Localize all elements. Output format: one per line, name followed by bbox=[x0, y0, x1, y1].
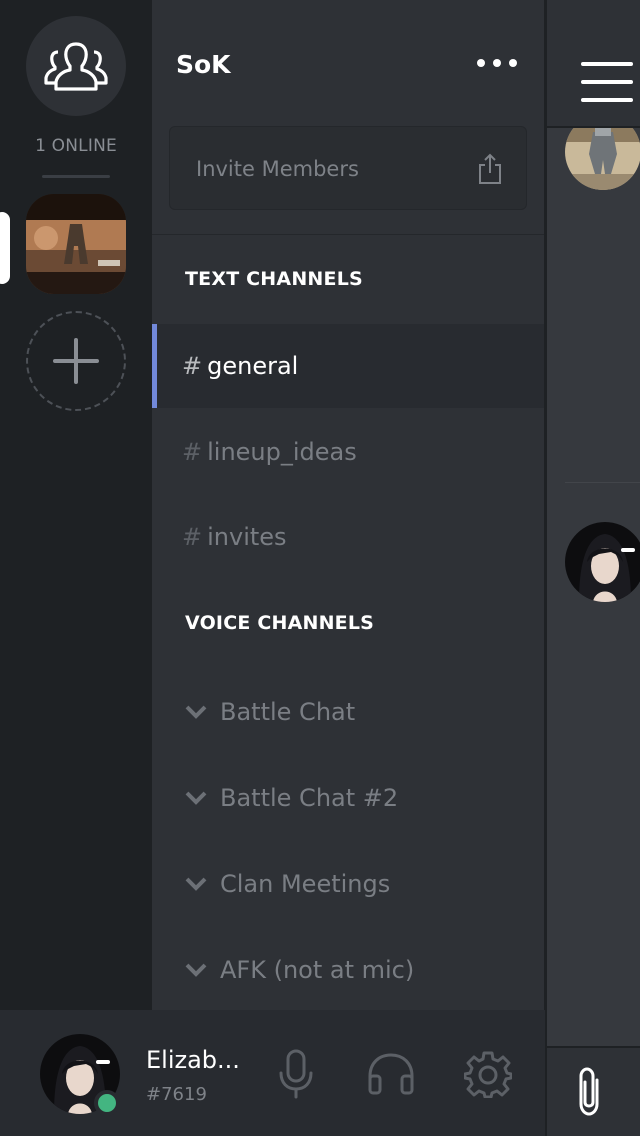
guild-icon-sok[interactable] bbox=[26, 194, 126, 294]
paperclip-icon[interactable] bbox=[573, 1066, 605, 1118]
voice-channel-name: Battle Chat #2 bbox=[220, 784, 399, 812]
voice-channel-name: Battle Chat bbox=[220, 698, 356, 726]
channel-name: invites bbox=[207, 523, 287, 551]
channel-general[interactable]: # general bbox=[152, 324, 544, 408]
channel-name: lineup_ideas bbox=[207, 438, 357, 466]
voice-channel-afk[interactable]: AFK (not at mic) bbox=[152, 940, 544, 1000]
channel-invites[interactable]: # invites bbox=[152, 495, 544, 579]
chat-input-bar bbox=[547, 1046, 640, 1136]
hamburger-icon bbox=[581, 98, 633, 102]
channel-lineup-ideas[interactable]: # lineup_ideas bbox=[152, 410, 544, 494]
voice-channel-battle-chat-2[interactable]: Battle Chat #2 bbox=[152, 768, 544, 828]
online-count: 1 ONLINE bbox=[35, 136, 117, 156]
voice-channels-header[interactable]: VOICE CHANNELS bbox=[185, 612, 374, 634]
gear-icon bbox=[464, 1051, 512, 1098]
microphone-icon bbox=[279, 1049, 313, 1099]
channel-hash: # bbox=[182, 352, 203, 380]
voice-channel-clan-meetings[interactable]: Clan Meetings bbox=[152, 854, 544, 914]
chevron-down-icon bbox=[185, 791, 207, 805]
panel-divider bbox=[152, 234, 544, 235]
user-discriminator: #7619 bbox=[146, 1084, 207, 1105]
chevron-down-icon bbox=[185, 705, 207, 719]
mute-button[interactable] bbox=[270, 1048, 322, 1100]
chevron-down-icon bbox=[185, 877, 207, 891]
voice-channel-name: AFK (not at mic) bbox=[220, 956, 415, 984]
dot-icon bbox=[493, 59, 501, 67]
channel-name: general bbox=[207, 352, 299, 380]
chat-header bbox=[547, 0, 640, 128]
guild-rail: 1 ONLINE bbox=[0, 0, 152, 1010]
server-menu-button[interactable] bbox=[477, 48, 517, 78]
channel-hash: # bbox=[182, 438, 203, 466]
online-status-indicator bbox=[94, 1090, 120, 1116]
text-channels-header[interactable]: TEXT CHANNELS bbox=[185, 268, 363, 290]
invite-members-label: Invite Members bbox=[196, 157, 359, 181]
dot-icon bbox=[477, 59, 485, 67]
hamburger-icon bbox=[581, 80, 633, 84]
channel-panel: SoK Invite Members TEXT CHANNELS # gener… bbox=[152, 0, 544, 1010]
selected-guild-indicator bbox=[0, 212, 10, 284]
channel-hash: # bbox=[182, 523, 203, 551]
message-avatar[interactable] bbox=[565, 522, 640, 602]
voice-channel-name: Clan Meetings bbox=[220, 870, 391, 898]
rail-divider bbox=[42, 175, 110, 178]
share-icon bbox=[479, 153, 501, 184]
chevron-down-icon bbox=[185, 963, 207, 977]
headphones-icon bbox=[368, 1053, 414, 1095]
plus-icon bbox=[53, 338, 99, 384]
username: Elizab... bbox=[146, 1046, 240, 1074]
add-server-button[interactable] bbox=[26, 311, 126, 411]
voice-channel-battle-chat[interactable]: Battle Chat bbox=[152, 682, 544, 742]
active-channel-indicator bbox=[152, 324, 157, 408]
hamburger-icon bbox=[581, 62, 633, 66]
chat-panel bbox=[545, 0, 640, 1136]
deafen-button[interactable] bbox=[365, 1048, 417, 1100]
avatar-image bbox=[565, 522, 640, 602]
hamburger-menu-button[interactable] bbox=[581, 62, 633, 102]
dot-icon bbox=[509, 59, 517, 67]
user-panel: Elizab... #7619 bbox=[0, 1010, 545, 1136]
settings-button[interactable] bbox=[462, 1048, 514, 1100]
guild-image bbox=[26, 194, 126, 294]
message-divider bbox=[565, 482, 640, 483]
friends-icon bbox=[44, 42, 108, 91]
invite-members-button[interactable]: Invite Members bbox=[169, 126, 527, 210]
friends-button[interactable] bbox=[26, 16, 126, 116]
server-name[interactable]: SoK bbox=[176, 50, 231, 79]
